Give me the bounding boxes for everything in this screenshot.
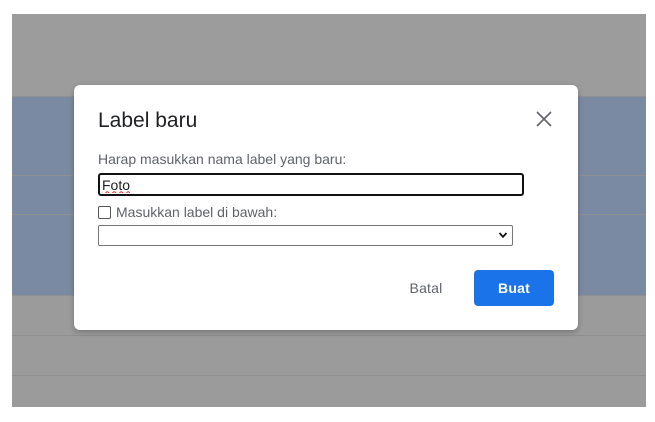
cancel-button[interactable]: Batal: [392, 271, 460, 305]
nest-label-row: Masukkan label di bawah:: [98, 203, 277, 221]
parent-label-select[interactable]: [98, 225, 513, 246]
label-name-input[interactable]: [98, 173, 524, 196]
background-header-area: [12, 14, 646, 96]
close-button[interactable]: [532, 107, 556, 131]
nest-label-checkbox[interactable]: [98, 205, 111, 219]
nest-label-text: Masukkan label di bawah:: [116, 204, 278, 220]
row-divider: [12, 375, 646, 376]
new-label-dialog: Label baru Harap masukkan nama label yan…: [74, 85, 578, 330]
row-divider: [12, 335, 646, 336]
label-name-prompt: Harap masukkan nama label yang baru:: [98, 151, 347, 167]
create-button[interactable]: Buat: [474, 270, 554, 306]
dialog-title: Label baru: [98, 109, 198, 132]
close-icon: [536, 111, 552, 127]
chevron-down-icon: [498, 232, 508, 239]
